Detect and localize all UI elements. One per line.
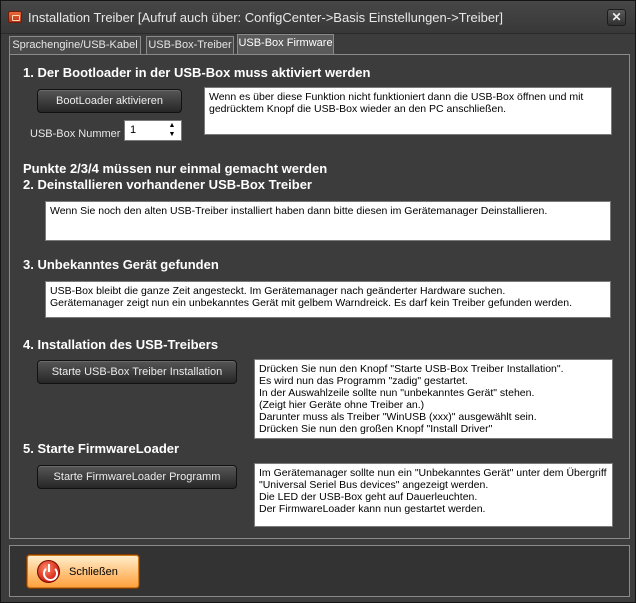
spinner-down-icon[interactable]: ▼ xyxy=(164,131,180,139)
info-line: Die LED der USB-Box geht auf Dauerleucht… xyxy=(259,491,478,503)
installation-window: Installation Treiber [Aufruf auch über: … xyxy=(0,0,636,603)
title-bar: Installation Treiber [Aufruf auch über: … xyxy=(1,1,635,34)
usb-box-number-value: 1 xyxy=(130,124,137,136)
tab-sprachengine-usb-kabel[interactable]: Sprachengine/USB-Kabel xyxy=(9,36,141,55)
info-line: gedrücktem Knopf die USB-Box wieder an d… xyxy=(209,103,507,115)
window-title: Installation Treiber [Aufruf auch über: … xyxy=(28,10,503,25)
info-line: Darunter muss als Treiber "WinUSB (xxx)"… xyxy=(259,411,537,423)
firmwareloader-info-textbox: Im Gerätemanager sollte nun ein "Unbekan… xyxy=(254,463,613,527)
info-line: USB-Box bleibt die ganze Zeit angesteckt… xyxy=(50,285,506,297)
app-icon xyxy=(8,11,22,23)
usb-box-number-spinner[interactable]: 1 ▲ ▼ xyxy=(124,120,182,141)
spinner-arrows: ▲ ▼ xyxy=(164,122,180,139)
info-line: Es wird nun das Programm "zadig" gestart… xyxy=(259,375,468,387)
tab-usb-box-firmware[interactable]: USB-Box Firmware xyxy=(237,34,334,56)
section-1-heading: 1. Der Bootloader in der USB-Box muss ak… xyxy=(23,65,371,80)
section-4-heading: 4. Installation des USB-Treibers xyxy=(23,337,219,352)
start-firmwareloader-button[interactable]: Starte FirmwareLoader Programm xyxy=(37,465,237,489)
bootloader-activate-button[interactable]: BootLoader aktivieren xyxy=(37,89,182,113)
section-5-heading: 5. Starte FirmwareLoader xyxy=(23,441,180,456)
info-line: (Zeigt hier Geräte ohne Treiber an.) xyxy=(259,399,425,411)
info-line: Wenn es über diese Funktion nicht funkti… xyxy=(209,91,584,103)
info-line: Der FirmwareLoader kann nun gestartet we… xyxy=(259,503,486,515)
power-icon xyxy=(37,560,60,583)
info-line: In der Auswahlzeile sollte nun "unbekann… xyxy=(259,387,535,399)
driver-install-info-textbox: Drücken Sie nun den Knopf "Starte USB-Bo… xyxy=(254,359,613,439)
close-icon[interactable]: ✕ xyxy=(607,9,626,26)
info-line: Gerätemanager zeigt nun ein unbekanntes … xyxy=(50,297,572,309)
close-dialog-button[interactable]: Schließen xyxy=(26,554,140,589)
info-line: Im Gerätemanager sollte nun ein "Unbekan… xyxy=(259,467,607,479)
bootloader-info-textbox: Wenn es über diese Funktion nicht funkti… xyxy=(204,87,612,135)
start-usb-driver-install-button[interactable]: Starte USB-Box Treiber Installation xyxy=(37,360,237,384)
spinner-up-icon[interactable]: ▲ xyxy=(164,122,180,130)
usb-box-number-label: USB-Box Nummer xyxy=(30,128,121,140)
unknown-device-info-textbox: USB-Box bleibt die ganze Zeit angesteckt… xyxy=(45,281,611,318)
info-line: Drücken Sie nun den Knopf "Starte USB-Bo… xyxy=(259,363,564,375)
tab-usb-box-treiber[interactable]: USB-Box-Treiber xyxy=(146,36,234,55)
section-2-heading: 2. Deinstallieren vorhandener USB-Box Tr… xyxy=(23,177,312,192)
section-3-heading: 3. Unbekanntes Gerät gefunden xyxy=(23,257,219,272)
one-time-note: Punkte 2/3/4 müssen nur einmal gemacht w… xyxy=(23,161,328,176)
close-dialog-label: Schließen xyxy=(69,566,118,578)
uninstall-info-textbox: Wenn Sie noch den alten USB-Treiber inst… xyxy=(45,201,611,241)
info-line: "Universal Seriel Bus devices" angezeigt… xyxy=(259,479,489,491)
footer-bar: Schließen xyxy=(9,545,630,597)
info-line: Wenn Sie noch den alten USB-Treiber inst… xyxy=(50,205,548,217)
info-line: Drücken Sie nun den großen Knopf "Instal… xyxy=(259,423,493,435)
